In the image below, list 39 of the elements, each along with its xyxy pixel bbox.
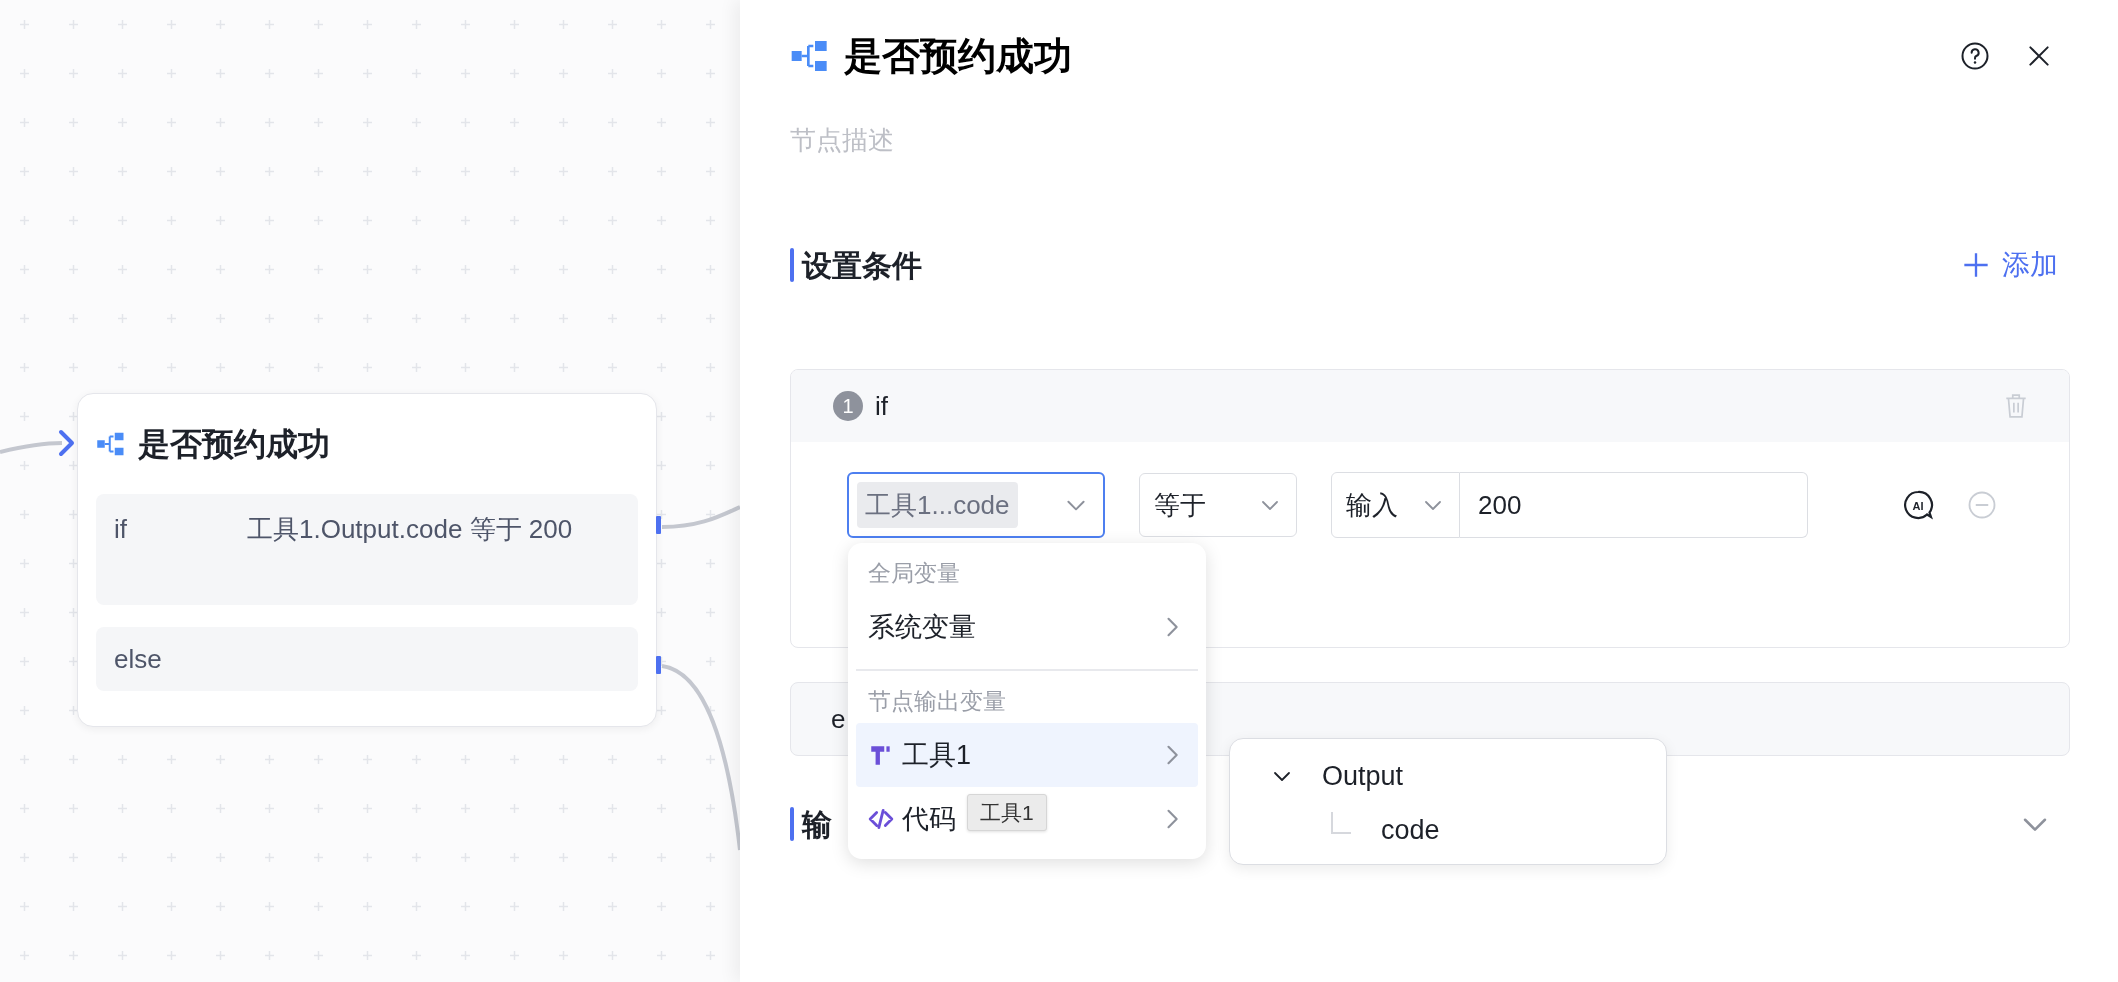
description-field[interactable]: 节点描述 <box>790 120 1390 160</box>
tree-item[interactable]: code <box>1230 803 1666 857</box>
branch-label: else <box>114 642 162 676</box>
value-type-select[interactable]: 输入 <box>1331 472 1460 538</box>
tree-item[interactable]: Output <box>1230 749 1666 803</box>
connection-handle[interactable] <box>656 516 661 534</box>
ai-button[interactable]: AI <box>1900 487 1936 523</box>
branch-label: if <box>114 513 128 546</box>
plus-icon <box>1962 251 1990 279</box>
tooltip: 工具1 <box>967 794 1047 831</box>
operator-select[interactable]: 等于 <box>1139 473 1297 537</box>
code-icon <box>868 806 894 832</box>
add-button[interactable]: 添加 <box>1962 244 2058 286</box>
trash-icon <box>2003 392 2029 420</box>
edge-line <box>0 441 63 454</box>
help-icon <box>1960 41 1990 71</box>
minus-icon <box>1967 490 1997 520</box>
value-field[interactable]: 200 <box>1460 472 1808 538</box>
menu-group-title: 节点输出变量 <box>867 686 1007 716</box>
condition-label: e <box>831 702 846 736</box>
connection-handle[interactable] <box>656 656 661 674</box>
panel-title: 是否预约成功 <box>844 33 1072 79</box>
variable-tag: 工具1...code <box>857 482 1018 528</box>
variable-select[interactable]: 工具1...code <box>847 472 1105 538</box>
menu-item[interactable]: 工具1 <box>856 723 1198 787</box>
section-title: 输 <box>802 806 832 843</box>
number-badge: 1 <box>833 391 863 421</box>
tree-connector <box>1331 812 1351 834</box>
remove-button[interactable] <box>1966 489 1998 521</box>
value-type-text: 输入 <box>1346 488 1398 522</box>
condition-text: 工具1.Output.code 等于 200 <box>247 513 574 546</box>
menu-group-title: 全局变量 <box>867 558 961 588</box>
section-title: 设置条件 <box>802 247 922 284</box>
node-title: 是否预约成功 <box>138 425 330 464</box>
section-accent <box>790 807 794 841</box>
operator-text: 等于 <box>1154 488 1206 522</box>
close-icon <box>2026 43 2052 69</box>
condition-label: if <box>875 389 888 423</box>
section-accent <box>790 248 794 282</box>
